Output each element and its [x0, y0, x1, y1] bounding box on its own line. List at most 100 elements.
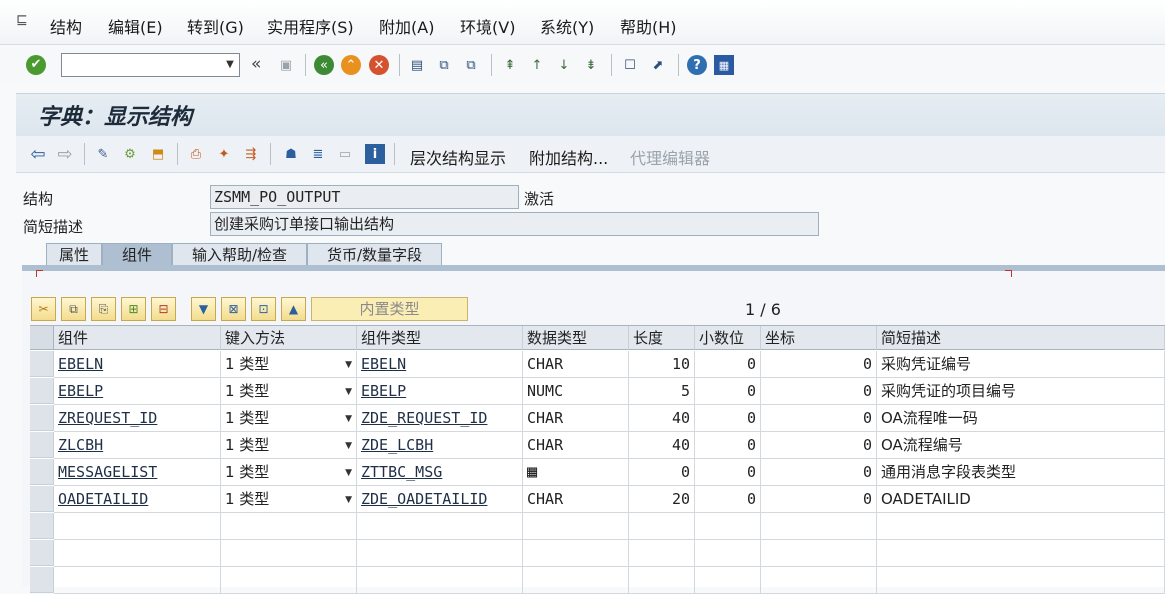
- delete-row-icon[interactable]: ⊟: [151, 297, 176, 321]
- arrow-right-icon[interactable]: ⇨: [55, 144, 75, 165]
- collapse-include-icon[interactable]: ▲: [281, 297, 306, 321]
- tree-icon[interactable]: ≣: [308, 144, 328, 164]
- data-type-cell[interactable]: CHAR: [523, 432, 629, 459]
- data-type-cell[interactable]: ▦: [523, 459, 629, 486]
- menu-structure[interactable]: 结构: [50, 14, 82, 38]
- component-type-cell[interactable]: EBELP: [357, 378, 523, 405]
- table-view-icon[interactable]: ▭: [335, 144, 355, 164]
- decimals-cell[interactable]: 0: [695, 432, 761, 459]
- menu-environment[interactable]: 环境(V): [460, 14, 515, 38]
- copy-row-icon[interactable]: ⧉: [61, 297, 86, 321]
- command-field[interactable]: [61, 53, 240, 77]
- typing-method-dropdown-icon[interactable]: ▼: [345, 379, 352, 404]
- print-icon[interactable]: ▤: [407, 55, 427, 75]
- object-list-icon[interactable]: ⇶: [241, 144, 261, 164]
- where-used-icon[interactable]: ⎙: [186, 144, 206, 164]
- table-select-all-corner[interactable]: [30, 326, 54, 350]
- coordinate-cell[interactable]: 0: [761, 378, 877, 405]
- hierarchy-icon[interactable]: ☗: [281, 144, 301, 164]
- typing-method-cell[interactable]: 1 类型 ▼: [221, 486, 357, 513]
- last-page-icon[interactable]: ⇟: [581, 55, 601, 75]
- expand-include-icon[interactable]: ▼: [191, 297, 216, 321]
- info-icon[interactable]: i: [365, 144, 385, 164]
- short-description-field[interactable]: 创建采购订单接口输出结构: [210, 212, 819, 236]
- component-cell[interactable]: ZLCBH: [54, 432, 221, 459]
- length-cell[interactable]: 40: [629, 432, 695, 459]
- tab-currency-quantity[interactable]: 货币/数量字段: [307, 243, 442, 265]
- data-type-cell[interactable]: CHAR: [523, 351, 629, 378]
- component-cell[interactable]: EBELP: [54, 378, 221, 405]
- component-type-cell[interactable]: ZDE_REQUEST_ID: [357, 405, 523, 432]
- data-type-cell[interactable]: CHAR: [523, 486, 629, 513]
- save-icon[interactable]: ▣: [276, 55, 296, 75]
- row-selector[interactable]: [30, 378, 54, 404]
- coordinate-cell[interactable]: 0: [761, 405, 877, 432]
- col-header-typing-method[interactable]: 键入方法: [221, 326, 357, 350]
- decimals-cell[interactable]: 0: [695, 351, 761, 378]
- cut-row-icon[interactable]: ✂: [31, 297, 56, 321]
- decimals-cell[interactable]: 0: [695, 405, 761, 432]
- row-selector[interactable]: [30, 459, 54, 485]
- short-description-cell[interactable]: OA流程编号: [877, 432, 1165, 459]
- typing-method-cell[interactable]: 1 类型 ▼: [221, 378, 357, 405]
- display-change-icon[interactable]: ✎: [93, 144, 113, 164]
- col-header-coordinate[interactable]: 坐标: [761, 326, 877, 350]
- typing-method-cell[interactable]: 1 类型 ▼: [221, 432, 357, 459]
- component-type-cell[interactable]: EBELN: [357, 351, 523, 378]
- decimals-cell[interactable]: 0: [695, 486, 761, 513]
- row-selector[interactable]: [30, 432, 54, 458]
- coordinate-cell[interactable]: 0: [761, 459, 877, 486]
- length-cell[interactable]: 40: [629, 405, 695, 432]
- typing-method-dropdown-icon[interactable]: ▼: [345, 406, 352, 431]
- tab-components[interactable]: 组件: [102, 243, 172, 265]
- component-cell[interactable]: EBELN: [54, 351, 221, 378]
- short-description-cell[interactable]: 采购凭证的项目编号: [877, 378, 1165, 405]
- typing-method-dropdown-icon[interactable]: ▼: [345, 487, 352, 512]
- length-cell[interactable]: 10: [629, 351, 695, 378]
- short-description-cell[interactable]: 通用消息字段表类型: [877, 459, 1165, 486]
- coordinate-cell[interactable]: 0: [761, 432, 877, 459]
- activate-icon[interactable]: ⬒: [148, 144, 168, 164]
- enter-button[interactable]: ✔: [26, 55, 46, 75]
- typing-method-cell[interactable]: 1 类型 ▼: [221, 405, 357, 432]
- customize-layout-icon[interactable]: ▦: [714, 55, 734, 75]
- exit-icon[interactable]: ⌃: [341, 55, 361, 75]
- short-description-cell[interactable]: OA流程唯一码: [877, 405, 1165, 432]
- tab-input-help-check[interactable]: 输入帮助/检查: [172, 243, 307, 265]
- check-icon[interactable]: ⚙: [120, 144, 140, 164]
- length-cell[interactable]: 5: [629, 378, 695, 405]
- short-description-cell[interactable]: OADETAILID: [877, 486, 1165, 513]
- insert-row-icon[interactable]: ⊞: [121, 297, 146, 321]
- menu-help[interactable]: 帮助(H): [620, 14, 677, 38]
- cancel-icon[interactable]: ✕: [369, 55, 389, 75]
- menu-extras[interactable]: 附加(A): [379, 14, 434, 38]
- command-dropdown-icon[interactable]: ▼: [222, 57, 238, 73]
- component-type-cell[interactable]: ZDE_LCBH: [357, 432, 523, 459]
- col-header-length[interactable]: 长度: [629, 326, 695, 350]
- component-cell[interactable]: OADETAILID: [54, 486, 221, 513]
- component-cell[interactable]: ZREQUEST_ID: [54, 405, 221, 432]
- hierarchy-display-button[interactable]: 层次结构显示: [410, 145, 506, 169]
- col-header-data-type[interactable]: 数据类型: [523, 326, 629, 350]
- data-type-cell[interactable]: CHAR: [523, 405, 629, 432]
- previous-page-icon[interactable]: ↑: [527, 55, 547, 75]
- row-selector[interactable]: [30, 513, 54, 539]
- new-session-icon[interactable]: ☐: [620, 55, 640, 75]
- length-cell[interactable]: 20: [629, 486, 695, 513]
- append-structure-button[interactable]: 附加结构...: [529, 145, 608, 169]
- typing-method-dropdown-icon[interactable]: ▼: [345, 460, 352, 485]
- data-type-cell[interactable]: NUMC: [523, 378, 629, 405]
- menu-system[interactable]: 系统(Y): [540, 14, 594, 38]
- select-block-icon[interactable]: ⊡: [251, 297, 276, 321]
- component-type-cell[interactable]: ZDE_OADETAILID: [357, 486, 523, 513]
- history-back-icon[interactable]: «: [251, 54, 261, 74]
- menu-goto[interactable]: 转到(G): [187, 14, 244, 38]
- select-all-icon[interactable]: ⊠: [221, 297, 246, 321]
- row-selector[interactable]: [30, 540, 54, 566]
- col-header-component-type[interactable]: 组件类型: [357, 326, 523, 350]
- proxy-editor-button[interactable]: 代理编辑器: [630, 145, 710, 169]
- typing-method-cell[interactable]: 1 类型 ▼: [221, 459, 357, 486]
- help-icon[interactable]: ?: [687, 55, 707, 75]
- menu-utilities[interactable]: 实用程序(S): [267, 14, 354, 38]
- row-selector[interactable]: [30, 486, 54, 512]
